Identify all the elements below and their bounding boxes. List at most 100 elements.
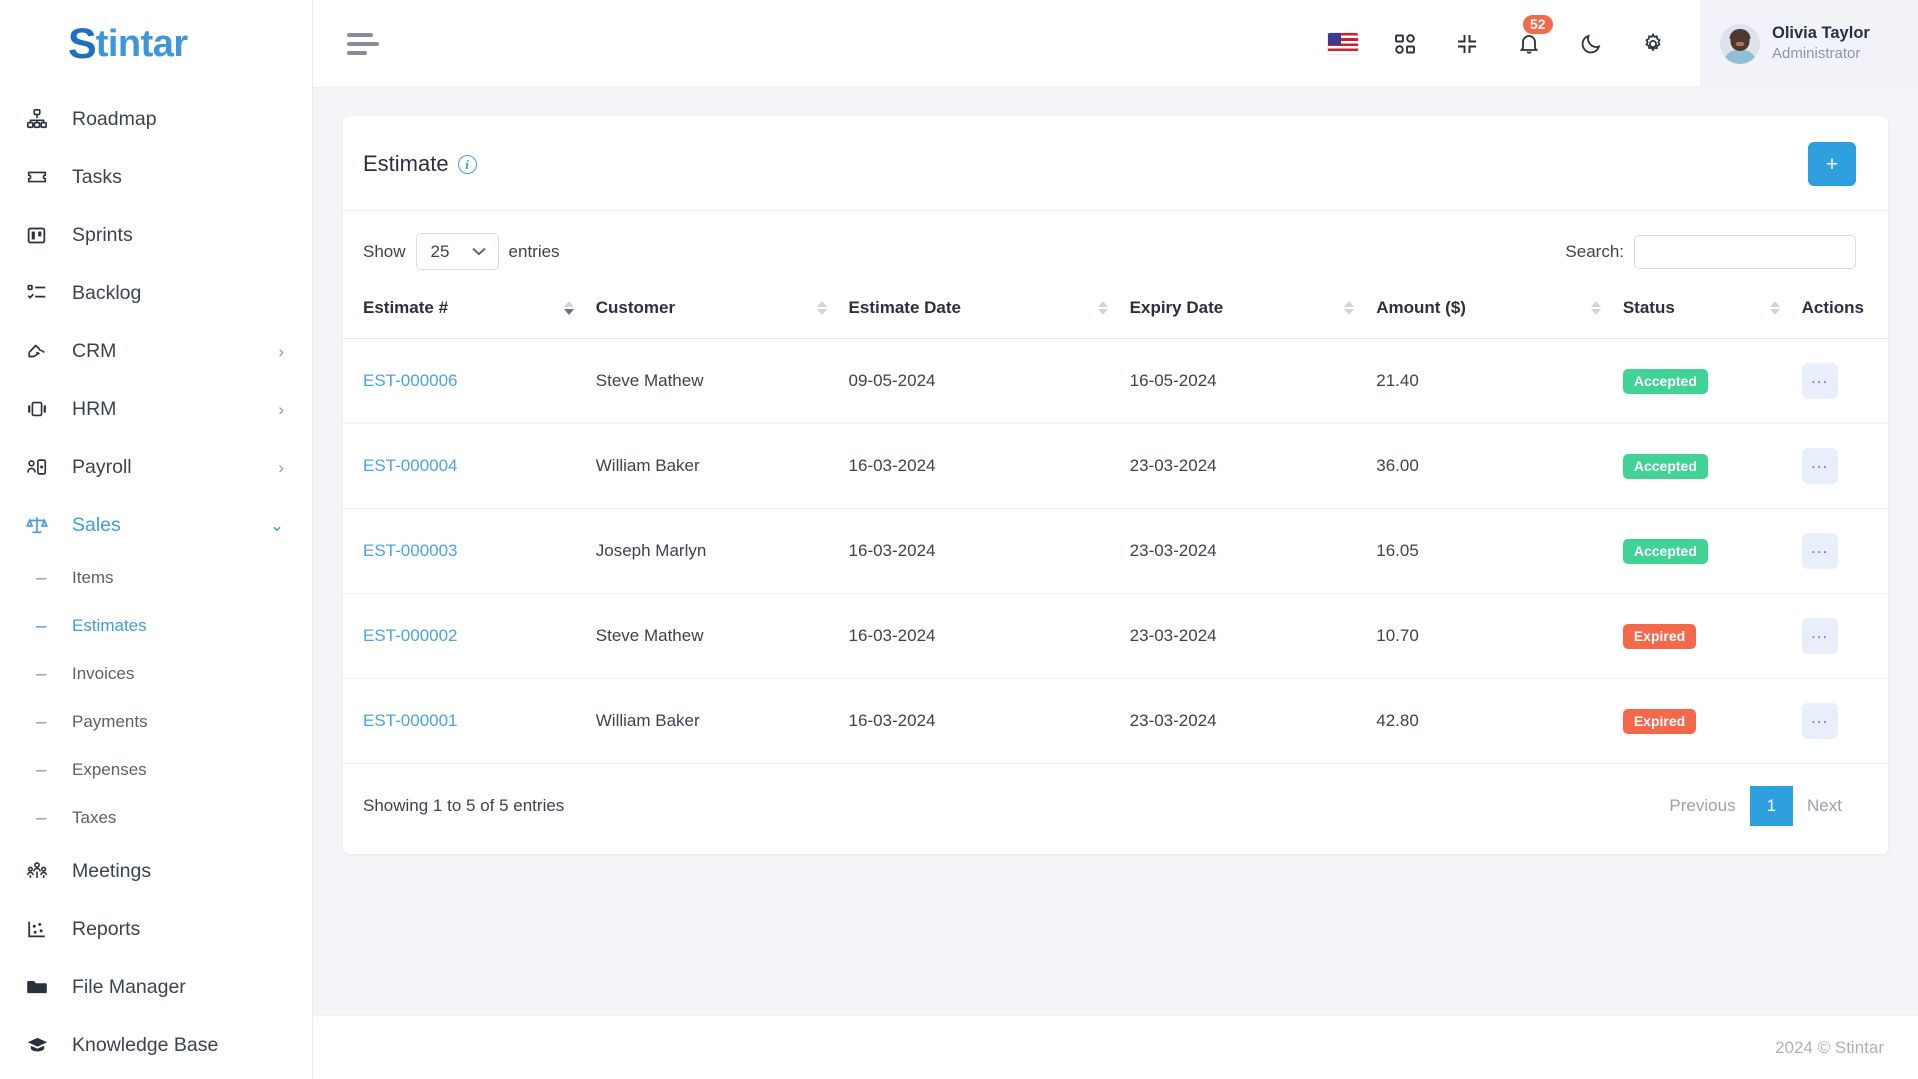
brand-logo[interactable]: Stintar <box>0 0 312 88</box>
sidebar-item-backlog[interactable]: Backlog <box>0 264 312 322</box>
user-name: Olivia Taylor <box>1772 24 1870 43</box>
sidebar-item-meetings[interactable]: Meetings <box>0 842 312 900</box>
main-area: 52 Olivia Taylor Administrator Estimate … <box>313 0 1918 1079</box>
language-flag-icon[interactable] <box>1326 27 1360 61</box>
cell-expiry-date: 16-05-2024 <box>1129 338 1377 424</box>
flag-canton <box>1328 33 1341 45</box>
sidebar-item-file-manager[interactable]: File Manager <box>0 958 312 1016</box>
cell-customer: Steve Mathew <box>595 338 849 424</box>
add-estimate-button[interactable]: + <box>1808 142 1856 186</box>
column-amount[interactable]: Amount ($) <box>1376 284 1623 339</box>
user-role: Administrator <box>1772 45 1861 63</box>
row-actions-button[interactable]: ... <box>1801 448 1838 484</box>
estimate-link[interactable]: EST-000006 <box>363 371 458 390</box>
estimate-link[interactable]: EST-000002 <box>363 626 458 645</box>
sidebar-item-label: CRM <box>72 339 117 362</box>
app-root: Stintar Roadmap Tasks Sprints Backlog CR… <box>0 0 1918 1079</box>
sidebar-item-crm[interactable]: CRM › <box>0 322 312 380</box>
page-size-select[interactable]: 102550100 <box>415 233 499 270</box>
page-title-text: Estimate <box>363 151 449 176</box>
pagination-next[interactable]: Next <box>1793 786 1856 826</box>
sidebar-subitem-estimates[interactable]: – Estimates <box>0 602 312 650</box>
sidebar-item-payroll[interactable]: Payroll › <box>0 438 312 496</box>
row-actions-button[interactable]: ... <box>1801 363 1838 399</box>
pagination-page-1[interactable]: 1 <box>1749 786 1794 826</box>
sidebar-item-sales[interactable]: Sales ⌄ <box>0 496 312 554</box>
sidebar-subitem-taxes[interactable]: – Taxes <box>0 794 312 842</box>
cell-actions: ... <box>1801 508 1888 594</box>
column-label: Estimate Date <box>848 298 961 317</box>
hamburger-icon[interactable] <box>347 31 381 57</box>
estimate-link[interactable]: EST-000003 <box>363 541 458 560</box>
sidebar-item-sprints[interactable]: Sprints <box>0 206 312 264</box>
row-actions-button[interactable]: ... <box>1801 533 1838 569</box>
sort-toggle-icon[interactable] <box>563 301 574 315</box>
column-status[interactable]: Status <box>1622 284 1802 339</box>
sidebar-item-hrm[interactable]: HRM › <box>0 380 312 438</box>
apps-grid-icon[interactable] <box>1388 27 1422 61</box>
sidebar-item-knowledge-base[interactable]: Knowledge Base <box>0 1016 312 1074</box>
sidebar-subitem-payments[interactable]: – Payments <box>0 698 312 746</box>
scales-icon <box>26 513 56 537</box>
row-actions-button[interactable]: ... <box>1801 618 1838 654</box>
column-customer[interactable]: Customer <box>595 284 849 339</box>
page-title: Estimate i <box>363 151 477 177</box>
column-estimate-number[interactable]: Estimate # <box>343 284 596 339</box>
brand-logo-text: tintar <box>95 22 189 65</box>
row-actions-button[interactable]: ... <box>1801 703 1838 739</box>
topbar: 52 Olivia Taylor Administrator <box>313 0 1918 88</box>
fullscreen-exit-icon[interactable] <box>1450 27 1484 61</box>
graduation-cap-icon <box>26 1033 56 1057</box>
sidebar-subitem-invoices[interactable]: – Invoices <box>0 650 312 698</box>
sort-toggle-icon[interactable] <box>1097 301 1108 315</box>
sort-toggle-icon[interactable] <box>816 301 827 315</box>
status-badge: Accepted <box>1622 368 1708 394</box>
table-head: Estimate # Customer Estimate Date Expiry… <box>343 284 1888 339</box>
scatter-chart-icon <box>26 917 56 941</box>
cell-status: Accepted <box>1622 508 1802 594</box>
cell-expiry-date: 23-03-2024 <box>1129 678 1377 764</box>
people-icon <box>26 859 56 883</box>
cell-customer: Steve Mathew <box>595 593 849 679</box>
sidebar-subitem-label: Invoices <box>72 664 135 683</box>
sort-toggle-icon[interactable] <box>1344 301 1355 315</box>
sort-toggle-icon[interactable] <box>1590 301 1601 315</box>
dash-icon: – <box>35 807 47 829</box>
moon-icon[interactable] <box>1574 27 1608 61</box>
dash-icon: – <box>35 615 47 637</box>
avatar-body <box>1724 49 1756 64</box>
sidebar-item-roadmap[interactable]: Roadmap <box>0 90 312 148</box>
cell-estimate-number: EST-000003 <box>343 508 596 594</box>
sidebar-subitem-items[interactable]: – Items <box>0 554 312 602</box>
cell-customer: Joseph Marlyn <box>595 508 849 594</box>
ticket-icon <box>26 165 56 189</box>
cell-customer: William Baker <box>595 423 849 509</box>
sort-toggle-icon[interactable] <box>1769 301 1780 315</box>
bell-icon[interactable]: 52 <box>1512 14 1553 61</box>
cell-expiry-date: 23-03-2024 <box>1129 508 1377 594</box>
sidebar-item-label: HRM <box>72 397 117 420</box>
content-area: Estimate i + Show 102550100 <box>313 88 1918 1015</box>
user-menu[interactable]: Olivia Taylor Administrator <box>1700 0 1918 88</box>
estimate-link[interactable]: EST-000004 <box>363 456 458 475</box>
search-input[interactable] <box>1634 234 1856 269</box>
column-estimate-date[interactable]: Estimate Date <box>848 284 1130 339</box>
table-header-row: Estimate # Customer Estimate Date Expiry… <box>343 284 1888 339</box>
sidebar-item-tasks[interactable]: Tasks <box>0 148 312 206</box>
sidebar-item-label: Sprints <box>72 223 133 246</box>
sidebar-item-label: Payroll <box>72 455 132 478</box>
chevron-right-icon: › <box>278 399 284 419</box>
info-icon[interactable]: i <box>457 154 477 174</box>
search-control: Search: <box>1565 234 1856 269</box>
sidebar-subitem-label: Expenses <box>72 760 147 779</box>
status-badge: Expired <box>1622 708 1697 734</box>
cell-customer: William Baker <box>595 678 849 764</box>
column-expiry-date[interactable]: Expiry Date <box>1129 284 1377 339</box>
estimate-link[interactable]: EST-000001 <box>363 711 458 730</box>
gear-icon[interactable] <box>1636 27 1670 61</box>
pagination-previous[interactable]: Previous <box>1655 786 1749 826</box>
sidebar-subitem-expenses[interactable]: – Expenses <box>0 746 312 794</box>
cell-estimate-date: 09-05-2024 <box>848 338 1130 424</box>
sidebar-item-reports[interactable]: Reports <box>0 900 312 958</box>
sidebar-item-label: Tasks <box>72 165 122 188</box>
